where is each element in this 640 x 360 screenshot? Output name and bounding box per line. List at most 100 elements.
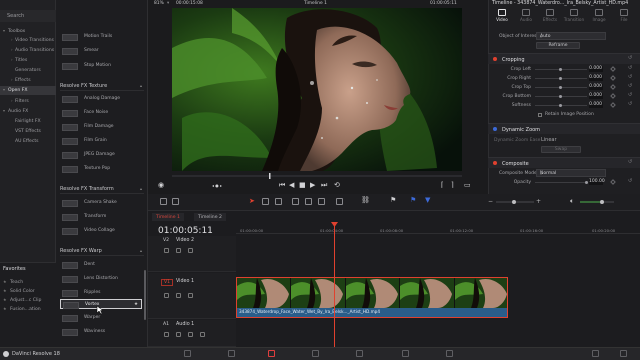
auto-select-icon[interactable] xyxy=(176,293,181,298)
selection-tool-icon[interactable]: ➤ xyxy=(249,197,255,205)
lock-icon[interactable] xyxy=(164,248,169,253)
section-header-warp[interactable]: Resolve FX Warp ▴ xyxy=(60,246,144,256)
effect-item[interactable]: Smear xyxy=(60,46,142,56)
section-composite[interactable]: Composite ↺ xyxy=(488,157,640,168)
section-header-texture[interactable]: Resolve FX Texture ▴ xyxy=(60,81,144,91)
skip-end-icon[interactable]: ⏭ xyxy=(321,181,327,190)
playhead[interactable] xyxy=(334,222,335,347)
favorite-item[interactable]: ★ Teach xyxy=(0,278,56,287)
enable-toggle-icon[interactable] xyxy=(493,57,497,61)
effect-item[interactable]: Video Collage xyxy=(60,226,142,236)
reset-icon[interactable]: ↺ xyxy=(628,74,632,80)
section-cropping[interactable]: Cropping ↺ xyxy=(488,53,640,64)
object-of-interest-dropdown[interactable]: Auto ▾ xyxy=(536,32,606,40)
reset-icon[interactable]: ↺ xyxy=(628,83,632,89)
effect-item[interactable]: Ripples xyxy=(60,288,142,298)
tab-file[interactable]: File xyxy=(613,8,635,26)
skip-start-icon[interactable]: ⏮ xyxy=(279,181,285,190)
crop-top-value[interactable]: 0.000 xyxy=(589,84,603,90)
replace-clip-icon[interactable] xyxy=(318,198,325,205)
audio-track-lane[interactable] xyxy=(236,320,640,347)
volume-icon[interactable]: 🔈︎ xyxy=(570,197,574,206)
effect-item[interactable]: Film Grain xyxy=(60,136,142,146)
crop-right-value[interactable]: 0.000 xyxy=(589,75,603,81)
crop-left-slider[interactable] xyxy=(535,67,587,71)
crop-left-value[interactable]: 0.000 xyxy=(589,66,603,72)
favorite-item[interactable]: ★ Fusion...ation xyxy=(0,305,56,314)
loop-icon[interactable]: ◉ xyxy=(158,181,164,189)
edit-page-icon[interactable] xyxy=(268,350,275,357)
flag-icon[interactable]: ⚑ xyxy=(390,196,396,204)
effect-item[interactable]: Film Damage xyxy=(60,122,142,132)
dynamic-zoom-ease-value[interactable]: Linear xyxy=(541,137,557,143)
playhead-handle-icon[interactable] xyxy=(331,222,338,228)
keyframe-icon[interactable] xyxy=(610,66,616,72)
zoom-in-icon[interactable]: + xyxy=(536,198,541,205)
opacity-value[interactable]: 100.00 xyxy=(589,179,605,185)
tree-item-titles[interactable]: › Titles xyxy=(0,56,56,65)
overwrite-clip-icon[interactable] xyxy=(305,198,312,205)
tree-item-generators[interactable]: Generators xyxy=(0,66,56,75)
flag-color-icon[interactable]: ⚑ xyxy=(410,196,416,204)
reset-icon[interactable]: ↺ xyxy=(628,65,632,71)
dynamic-trim-icon[interactable] xyxy=(275,198,282,205)
keyframe-icon[interactable] xyxy=(610,93,616,99)
timeline-zoom-slider[interactable] xyxy=(496,199,534,205)
swap-button[interactable]: Swap xyxy=(541,146,581,153)
track-header-v2[interactable]: V2 Video 2 xyxy=(148,236,236,272)
reset-icon[interactable]: ↺ xyxy=(628,178,632,184)
tree-item-open-fx[interactable]: ▾ Open FX xyxy=(0,86,56,95)
favorite-item[interactable]: ★ Adjust...c Clip xyxy=(0,296,56,305)
tab-image[interactable]: Image xyxy=(588,8,610,26)
composite-mode-dropdown[interactable]: Normal ▾ xyxy=(536,169,606,177)
lock-icon[interactable] xyxy=(164,332,169,337)
keyframe-icon[interactable] xyxy=(610,84,616,90)
tab-timeline-2[interactable]: Timeline 2 xyxy=(194,213,226,221)
stop-icon[interactable]: ■ xyxy=(299,181,306,189)
auto-select-icon[interactable] xyxy=(176,248,181,253)
effect-item[interactable]: Dent xyxy=(60,260,142,270)
effect-item[interactable]: Lens Distortion xyxy=(60,274,142,284)
keyframe-icon[interactable] xyxy=(610,102,616,108)
mute-icon[interactable] xyxy=(200,332,205,337)
favorite-star-icon[interactable]: ★ xyxy=(134,302,138,307)
audio-meter-icon[interactable] xyxy=(172,198,179,205)
crop-bottom-slider[interactable] xyxy=(535,94,587,98)
track-header-a1[interactable]: A1 Audio 1 xyxy=(148,320,236,347)
play-reverse-icon[interactable]: ◀ xyxy=(289,181,294,189)
marker-icon[interactable]: ▼ xyxy=(425,196,430,204)
effect-item[interactable]: Face Noise xyxy=(60,108,142,118)
effect-item[interactable]: JPEG Damage xyxy=(60,150,142,160)
section-header-transform[interactable]: Resolve FX Transform ▴ xyxy=(60,184,144,194)
crop-top-slider[interactable] xyxy=(535,85,587,89)
mark-out-icon[interactable]: ⌉ xyxy=(451,181,454,189)
effect-item[interactable]: Stop Motion xyxy=(60,61,142,71)
tree-item-au-effects[interactable]: AU Effects xyxy=(0,137,56,146)
crop-right-slider[interactable] xyxy=(535,76,587,80)
keyframe-icon[interactable] xyxy=(610,179,616,185)
effect-item[interactable]: Analog Damage xyxy=(60,94,142,104)
enable-toggle-icon[interactable] xyxy=(493,127,497,131)
link-icon[interactable]: ⛓ xyxy=(361,196,370,204)
play-icon[interactable]: ▶ xyxy=(310,181,315,189)
insert-clip-icon[interactable] xyxy=(292,198,299,205)
effects-search[interactable]: Search xyxy=(0,10,56,22)
tab-audio[interactable]: Audio xyxy=(515,8,537,26)
reset-icon[interactable]: ↺ xyxy=(628,101,632,107)
media-page-icon[interactable] xyxy=(184,350,191,357)
tree-item-fairlight-fx[interactable]: Fairlight FX xyxy=(0,117,56,126)
zoom-level[interactable]: 81% xyxy=(154,1,164,6)
deliver-page-icon[interactable] xyxy=(446,350,453,357)
layout-icon[interactable] xyxy=(160,198,167,205)
viewer-scrubber[interactable] xyxy=(172,173,462,179)
mark-in-icon[interactable]: ⌈ xyxy=(441,181,444,189)
effects-list-scrollbar[interactable] xyxy=(144,270,146,320)
auto-select-icon[interactable] xyxy=(176,332,181,337)
zoom-out-icon[interactable]: − xyxy=(488,198,493,205)
reset-icon[interactable]: ↺ xyxy=(628,55,632,61)
reset-icon[interactable]: ↺ xyxy=(628,92,632,98)
color-page-icon[interactable] xyxy=(356,350,363,357)
eye-icon[interactable] xyxy=(188,248,193,253)
effect-item[interactable]: Waviness xyxy=(60,327,142,337)
softness-value[interactable]: 0.000 xyxy=(589,102,603,108)
